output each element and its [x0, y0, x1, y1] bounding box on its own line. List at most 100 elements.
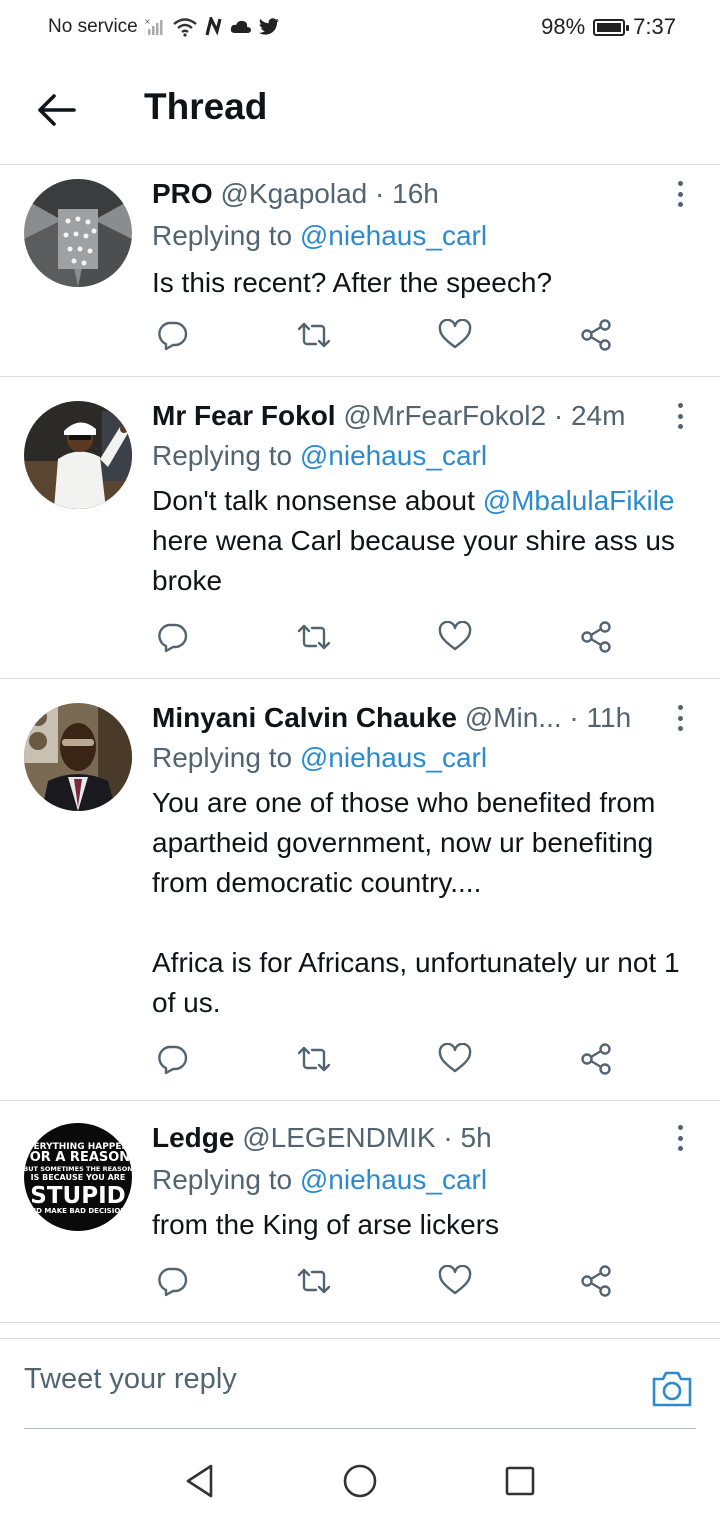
user-handle[interactable]: @LEGENDMIK — [242, 1122, 435, 1153]
reply-icon — [158, 1045, 188, 1075]
more-options-icon[interactable] — [666, 1123, 694, 1153]
tweet-actions — [152, 1039, 622, 1079]
separator-dot: · — [553, 400, 564, 431]
avatar-text-line: AND MAKE BAD DECISIONS — [25, 1207, 131, 1215]
tweet-body: Don't talk nonsense about @MbalulaFikile… — [152, 481, 696, 601]
camera-icon — [652, 1371, 692, 1407]
reply-button[interactable] — [152, 315, 192, 355]
avatar[interactable] — [24, 401, 132, 509]
timestamp[interactable]: 5h — [461, 1122, 492, 1153]
heart-icon — [438, 621, 472, 651]
replying-to-mention[interactable]: @niehaus_carl — [300, 742, 487, 773]
status-bar: No service × 98% 7:37 — [0, 0, 720, 56]
tweet-actions — [152, 617, 622, 657]
replying-to-mention[interactable]: @niehaus_carl — [300, 1164, 487, 1195]
tweet-text: Don't talk nonsense about @MbalulaFikile… — [152, 481, 696, 601]
reply-composer — [0, 1338, 720, 1429]
wifi-icon — [172, 17, 198, 37]
share-icon — [581, 1265, 611, 1297]
timestamp[interactable]: 16h — [392, 178, 439, 209]
tweet-text: Is this recent? After the speech? — [152, 263, 696, 303]
retweet-button[interactable] — [294, 315, 334, 355]
reply-button[interactable] — [152, 617, 192, 657]
replying-prefix: Replying to — [152, 742, 300, 773]
replying-prefix: Replying to — [152, 440, 300, 471]
heart-icon — [438, 319, 472, 349]
svg-text:×: × — [144, 17, 151, 26]
replying-to-mention[interactable]: @niehaus_carl — [300, 440, 487, 471]
tweet-text: from the King of arse lickers — [152, 1205, 696, 1245]
share-icon — [581, 319, 611, 351]
tweet-text-before: Don't talk nonsense about — [152, 485, 483, 516]
share-button[interactable] — [576, 617, 616, 657]
user-handle[interactable]: @Kgapolad — [220, 178, 367, 209]
retweet-button[interactable] — [294, 617, 334, 657]
avatar[interactable] — [24, 179, 132, 287]
tweet-body: from the King of arse lickers — [152, 1209, 500, 1240]
separator-dot: · — [375, 178, 385, 209]
retweet-button[interactable] — [294, 1261, 334, 1301]
timestamp[interactable]: 11h — [587, 702, 632, 733]
share-button[interactable] — [576, 1039, 616, 1079]
avatar[interactable]: EVERYTHING HAPPENS FOR A REASON. BUT SOM… — [24, 1123, 132, 1231]
battery-icon — [593, 18, 630, 36]
tweet-body: Is this recent? After the speech? — [152, 267, 553, 298]
back-button[interactable] — [32, 84, 80, 136]
share-button[interactable] — [576, 315, 616, 355]
tweet-item[interactable]: Minyani Calvin Chauke @Min... · 11h Repl… — [0, 679, 720, 1101]
tweet-item[interactable]: PRO @Kgapolad · 16h Replying to @niehaus… — [0, 165, 720, 377]
display-name[interactable]: Ledge — [152, 1122, 234, 1153]
display-name[interactable]: Minyani Calvin Chauke — [152, 702, 457, 733]
back-triangle-icon — [186, 1464, 213, 1498]
timestamp[interactable]: 24m — [571, 400, 625, 431]
like-button[interactable] — [435, 617, 475, 657]
carrier-label: No service — [48, 16, 138, 37]
tweet-item[interactable]: EVERYTHING HAPPENS FOR A REASON. BUT SOM… — [0, 1101, 720, 1323]
separator-dot: · — [443, 1122, 453, 1153]
tweet-item[interactable]: Mr Fear Fokol @MrFearFokol2 · 24m Replyi… — [0, 377, 720, 679]
more-options-icon[interactable] — [666, 179, 694, 209]
replying-to-mention[interactable]: @niehaus_carl — [300, 220, 487, 251]
retweet-button[interactable] — [294, 1039, 334, 1079]
like-button[interactable] — [435, 1039, 475, 1079]
arrow-left-icon — [38, 94, 76, 126]
nav-back-button[interactable] — [180, 1461, 220, 1501]
replying-to-line: Replying to @niehaus_carl — [152, 437, 487, 475]
user-handle[interactable]: @Min... — [465, 702, 562, 733]
user-handle[interactable]: @MrFearFokol2 — [343, 400, 546, 431]
camera-button[interactable] — [650, 1369, 694, 1413]
display-name[interactable]: Mr Fear Fokol — [152, 400, 336, 431]
display-name[interactable]: PRO — [152, 178, 213, 209]
share-icon — [581, 1043, 611, 1075]
reply-icon — [158, 1267, 188, 1297]
reply-button[interactable] — [152, 1039, 192, 1079]
system-nav-bar — [0, 1429, 720, 1520]
more-options-icon[interactable] — [666, 703, 694, 733]
like-button[interactable] — [435, 315, 475, 355]
nav-recents-button[interactable] — [500, 1461, 540, 1501]
avatar-text-line: BUT SOMETIMES THE REASON — [24, 1165, 132, 1173]
share-button[interactable] — [576, 1261, 616, 1301]
retweet-icon — [297, 1268, 331, 1294]
tweet-header: Minyani Calvin Chauke @Min... · 11h — [152, 699, 660, 737]
avatar-text-line: STUPID — [30, 1183, 125, 1209]
tweet-mention[interactable]: @MbalulaFikile — [483, 485, 675, 516]
reply-button[interactable] — [152, 1261, 192, 1301]
nav-home-button[interactable] — [340, 1461, 380, 1501]
tweet-reply-input[interactable] — [24, 1363, 544, 1396]
thread-header: Thread — [0, 56, 720, 165]
retweet-icon — [297, 322, 331, 348]
recents-square-icon — [505, 1466, 535, 1496]
replying-to-line: Replying to @niehaus_carl — [152, 217, 487, 255]
status-right: 98% 7:37 — [541, 14, 676, 40]
like-button[interactable] — [435, 1261, 475, 1301]
more-options-icon[interactable] — [666, 401, 694, 431]
replying-to-line: Replying to @niehaus_carl — [152, 739, 487, 777]
battery-percent: 98% — [541, 14, 586, 39]
heart-icon — [438, 1043, 472, 1073]
heart-icon — [438, 1265, 472, 1295]
avatar-text-line: FOR A REASON. — [24, 1150, 132, 1165]
avatar[interactable] — [24, 703, 132, 811]
reply-icon — [158, 321, 188, 351]
page-title: Thread — [144, 86, 268, 127]
